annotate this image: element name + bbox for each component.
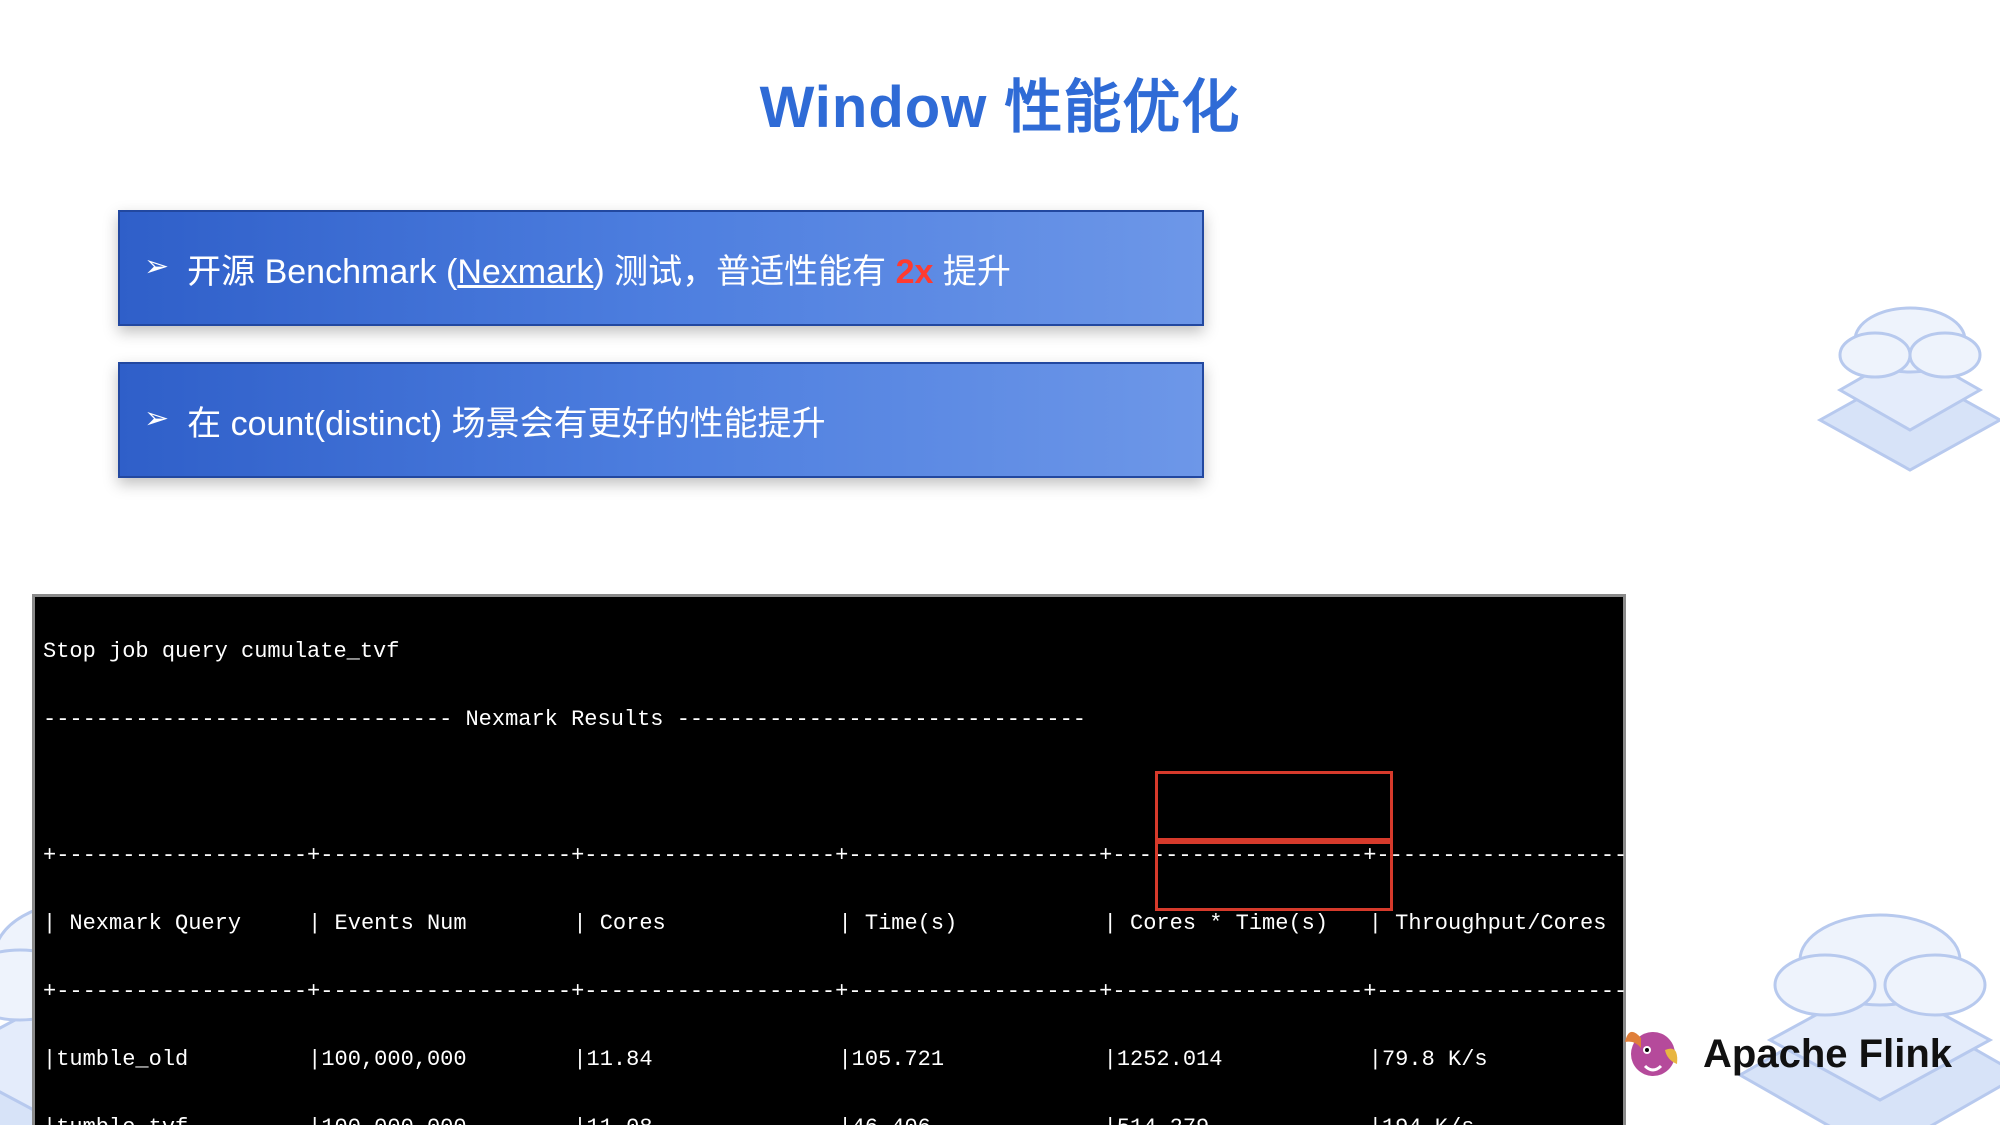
perf-multiplier: 2x — [896, 253, 934, 291]
callout-count-distinct: ➢ 在 count(distinct) 场景会有更好的性能提升 — [118, 362, 1204, 478]
table-header: | Nexmark Query | Events Num | Cores | T… — [43, 907, 1615, 941]
callout-benchmark-text: 开源 Benchmark (Nexmark) 测试，普适性能有 2x 提升 — [187, 244, 1011, 293]
terminal-output: Stop job query cumulate_tvf ------------… — [32, 594, 1626, 1125]
nexmark-link[interactable]: Nexmark — [457, 253, 593, 291]
slide-title: Window 性能优化 — [0, 60, 2000, 144]
footer-logo: Apache Flink — [1621, 1020, 1952, 1089]
terminal-sep: +-------------------+-------------------… — [43, 975, 1615, 1009]
chevron-icon: ➢ — [144, 252, 169, 282]
chevron-icon: ➢ — [144, 404, 169, 434]
table-row: |tumble_tvf |100,000,000 |11.08 |46.406 … — [43, 1111, 1615, 1125]
flink-squirrel-icon — [1621, 1020, 1685, 1089]
callout-benchmark: ➢ 开源 Benchmark (Nexmark) 测试，普适性能有 2x 提升 — [118, 210, 1204, 326]
callout-count-distinct-text: 在 count(distinct) 场景会有更好的性能提升 — [187, 396, 826, 445]
footer-brand-text: Apache Flink — [1703, 1032, 1952, 1077]
table-row: |tumble_old |100,000,000 |11.84 |105.721… — [43, 1043, 1615, 1077]
cloud-deco-top-right — [1780, 250, 2000, 500]
terminal-stop-line: Stop job query cumulate_tvf — [43, 635, 1615, 669]
terminal-banner: ------------------------------- Nexmark … — [43, 703, 1615, 737]
terminal-sep: +-------------------+-------------------… — [43, 839, 1615, 873]
